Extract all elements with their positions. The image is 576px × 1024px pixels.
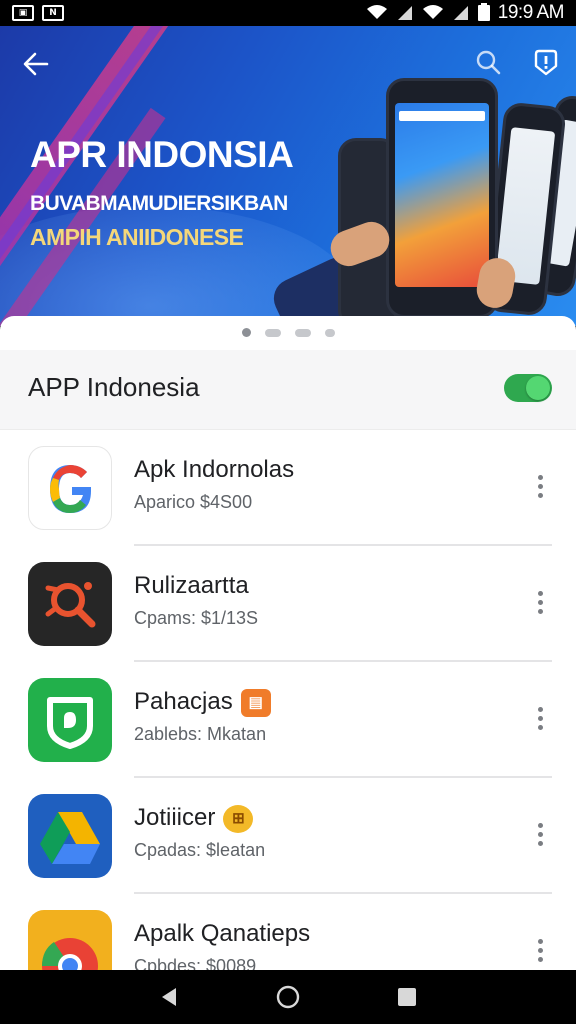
search-icon: [476, 50, 501, 75]
toggle-knob: [526, 376, 550, 400]
search-button[interactable]: [470, 44, 506, 80]
search-tool-icon: [28, 562, 112, 646]
status-time: 19:9 AM: [497, 2, 565, 23]
app-name: Rulizaartta: [134, 572, 249, 599]
section-header: APP Indonesia: [0, 350, 576, 430]
app-name: Apalk Qanatieps: [134, 920, 311, 947]
page-dot-active[interactable]: [241, 328, 251, 337]
system-nav-bar: [0, 970, 576, 1024]
list-item[interactable]: Pahacjas ▤ 2ablebs: Mkatan: [0, 662, 576, 778]
list-item[interactable]: Jotiiicer ⊞ Cpadas: $leatan: [0, 778, 576, 894]
nfc-icon: N: [42, 5, 64, 21]
section-toggle[interactable]: [504, 374, 552, 402]
wifi-icon: [422, 4, 444, 23]
back-button[interactable]: [16, 44, 56, 84]
banner-subtitle: BUVABMAMUDIERSIKBAN: [30, 192, 288, 215]
calendar-badge-icon: ▤: [240, 688, 271, 717]
status-bar: ▣ N 19:9 AM: [0, 0, 576, 26]
chrome-like-icon: [28, 910, 112, 970]
home-icon: [276, 985, 300, 1009]
app-subtitle: Cpams: $1/13S: [134, 608, 259, 628]
content-sheet: APP Indonesia Apk Indornolas Aparico $4S…: [0, 316, 576, 970]
shield-app-icon: [28, 678, 112, 762]
banner-tagline: AMPIH ANIIDONESE: [30, 224, 244, 250]
nav-back-button[interactable]: [149, 977, 189, 1017]
page-dot[interactable]: [324, 328, 335, 337]
section-title: APP Indonesia: [28, 372, 200, 402]
nav-home-button[interactable]: [268, 977, 308, 1017]
status-right: 19:9 AM: [366, 2, 565, 24]
app-subtitle: Aparico $4S00: [134, 492, 253, 512]
list-item[interactable]: Apk Indornolas Aparico $4S00: [0, 430, 576, 546]
app-name: Jotiiicer ⊞: [134, 804, 254, 833]
back-icon: [162, 988, 177, 1006]
banner-title: APR INDONSIA: [30, 134, 294, 175]
more-options-button[interactable]: [526, 930, 554, 970]
page-indicator[interactable]: [0, 328, 576, 337]
app-subtitle: Cpbdes: $0089: [134, 956, 257, 970]
more-options-button[interactable]: [526, 466, 554, 506]
list-item[interactable]: Rulizaartta Cpams: $1/13S: [0, 546, 576, 662]
image-icon: ▣: [12, 5, 34, 21]
list-item[interactable]: Apalk Qanatieps Cpbdes: $0089: [0, 894, 576, 970]
more-options-button[interactable]: [526, 814, 554, 854]
app-name-text: Jotiiicer: [134, 804, 216, 831]
promo-banner[interactable]: APR INDONSIA BUVABMAMUDIERSIKBAN AMPIH A…: [0, 26, 576, 326]
app-subtitle: 2ablebs: Mkatan: [134, 724, 267, 744]
status-left: ▣ N: [12, 5, 64, 21]
more-options-button[interactable]: [526, 698, 554, 738]
page-dot[interactable]: [294, 328, 311, 337]
drive-icon: [28, 794, 112, 878]
app-subtitle: Cpadas: $leatan: [134, 840, 266, 860]
page-dot[interactable]: [264, 328, 281, 337]
recents-icon: [397, 988, 416, 1006]
app-name: Apk Indornolas: [134, 456, 295, 483]
grid-badge-icon: ⊞: [223, 804, 254, 833]
shield-info-icon: [534, 49, 558, 76]
app-name: Pahacjas ▤: [134, 688, 271, 717]
signal-icon: [452, 4, 470, 23]
app-name-text: Pahacjas: [134, 688, 233, 715]
nav-recents-button[interactable]: [387, 977, 427, 1017]
google-icon: [28, 446, 112, 530]
info-button[interactable]: [528, 44, 564, 80]
battery-icon: [477, 2, 490, 24]
more-options-button[interactable]: [526, 582, 554, 622]
signal-icon: [396, 4, 414, 23]
wifi-icon: [366, 4, 388, 23]
arrow-left-icon: [23, 52, 49, 76]
